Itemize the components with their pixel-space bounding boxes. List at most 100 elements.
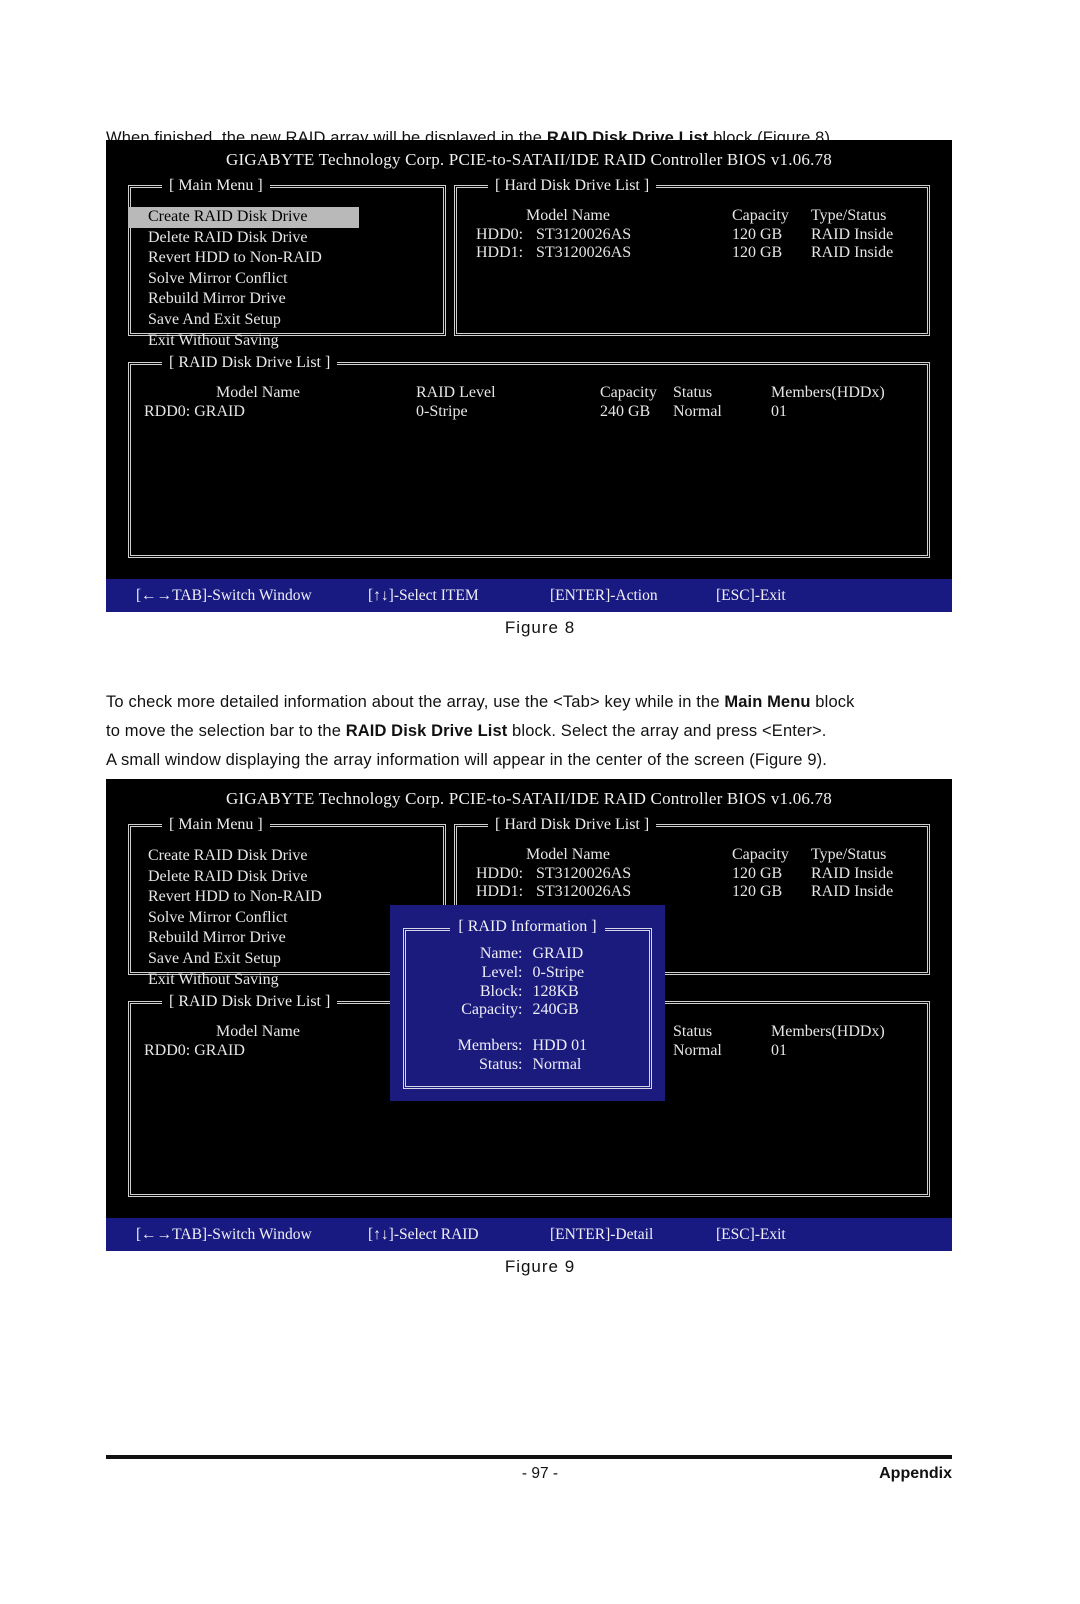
cell-members: 01 [771,402,787,420]
table-row[interactable]: HDD1: ST3120026AS 120 GB RAID Inside [454,883,930,902]
header-capacity: Capacity [732,207,789,224]
menu-item-create-raid-disk-drive[interactable]: Create RAID Disk Drive [128,846,446,867]
dialog-field-status: Status: Normal [403,1056,652,1075]
dialog-value-status: Normal [532,1055,582,1073]
hard-disk-drive-list-legend: [ Hard Disk Drive List ] [488,176,657,195]
dialog-label-name: Name: [479,945,523,962]
dialog-label-level: Level: [481,963,523,981]
table-header-row: Model Name RAID Level Capacity Status Me… [128,384,930,403]
cell-status: Normal [673,402,722,420]
cell-capacity: 120 GB [732,883,783,901]
key-detail[interactable]: [ENTER]-Detail [550,1218,653,1251]
line1-emphasis: Main Menu [724,693,811,711]
cell-model-name: ST3120026AS [536,883,632,901]
main-menu-legend: [ Main Menu ] [162,176,270,195]
hard-disk-drive-list-body: Model Name Capacity Type/Status HDD0: ST… [454,185,930,336]
raid-disk-drive-list-body: Model Name RAID Level Capacity Status Me… [128,362,930,558]
header-capacity: Capacity [600,384,657,401]
cell-type-status: RAID Inside [811,225,894,243]
raid-disk-drive-list-legend: [ RAID Disk Drive List ] [162,353,338,372]
dialog-legend-wrapper: [ RAID Information ] [390,918,665,936]
table-header-row: Model Name Capacity Type/Status [454,846,930,865]
cell-status: Normal [673,1041,722,1059]
line2-before: to move the selection bar to the [106,722,346,740]
second-paragraph-line1: To check more detailed information about… [106,688,958,717]
bios-title: GIGABYTE Technology Corp. PCIE-to-SATAII… [226,150,832,169]
dialog-value-level: 0-Stripe [532,963,585,981]
second-paragraph-line2: to move the selection bar to the RAID Di… [106,717,958,746]
table-row[interactable]: HDD0: ST3120026AS 120 GB RAID Inside [454,865,930,884]
table-row[interactable]: HDD1: ST3120026AS 120 GB RAID Inside [454,244,930,263]
dialog-field-members: Members: HDD 01 [403,1037,652,1056]
header-model-name: Model Name [216,1023,300,1040]
cell-hdd-id: HDD0: [476,864,524,882]
cell-capacity: 120 GB [732,864,783,882]
line1-after: block [810,693,855,711]
raid-disk-drive-list-panel: [ RAID Disk Drive List ] Model Name RAID… [128,353,930,558]
menu-item-delete-raid-disk-drive[interactable]: Delete RAID Disk Drive [128,228,446,249]
cell-hdd-id: HDD1: [476,244,524,262]
menu-item-delete-raid-disk-drive[interactable]: Delete RAID Disk Drive [128,867,446,888]
figure9-caption: Figure 9 [504,1257,576,1276]
main-menu-body: Create RAID Disk Drive Delete RAID Disk … [128,185,446,349]
menu-item-exit-without-saving[interactable]: Exit Without Saving [128,331,446,352]
table-row[interactable]: RDD0: GRAID 0-Stripe 240 GB Normal 01 [128,403,930,422]
key-action[interactable]: [ENTER]-Action [550,579,658,612]
menu-item-revert-hdd-to-non-raid[interactable]: Revert HDD to Non-RAID [128,248,446,269]
raid-information-dialog: [ RAID Information ] Name: GRAID Level: … [390,905,665,1101]
cell-model-name: ST3120026AS [536,225,632,243]
cell-raid-level: 0-Stripe [416,402,468,420]
main-menu-list: Create RAID Disk Drive Delete RAID Disk … [128,207,446,351]
dialog-field-block: Block: 128KB [403,983,652,1002]
keybar: [←→TAB]-Switch Window [↑↓]-Select ITEM [… [106,579,952,612]
line1-before: To check more detailed information about… [106,693,725,711]
dialog-field-spacer [403,1020,652,1037]
table-header-row: Model Name Capacity Type/Status [454,207,930,226]
dialog-label-block: Block: [479,982,523,1000]
keybar: [←→TAB]-Switch Window [↑↓]-Select RAID [… [106,1218,952,1251]
raid-disk-drive-list-legend: [ RAID Disk Drive List ] [162,992,338,1011]
menu-item-solve-mirror-conflict[interactable]: Solve Mirror Conflict [128,269,446,290]
header-model-name: Model Name [216,384,300,401]
main-menu-panel: [ Main Menu ] Create RAID Disk Drive Del… [128,176,446,349]
key-exit[interactable]: [ESC]-Exit [716,579,786,612]
cell-type-status: RAID Inside [811,864,894,882]
main-menu-legend: [ Main Menu ] [162,815,270,834]
header-status: Status [673,384,713,401]
header-members: Members(HDDx) [771,1023,885,1040]
dialog-value-capacity: 240GB [532,1001,579,1019]
key-select-raid[interactable]: [↑↓]-Select RAID [368,1218,479,1251]
key-select-item[interactable]: [↑↓]-Select ITEM [368,579,479,612]
header-raid-level: RAID Level [416,384,496,401]
dialog-field-capacity: Capacity: 240GB [403,1001,652,1020]
dialog-value-name: GRAID [532,945,584,962]
cell-model-name: ST3120026AS [536,244,632,262]
header-capacity: Capacity [732,846,789,863]
header-type-status: Type/Status [811,846,887,863]
menu-item-create-raid-disk-drive[interactable]: Create RAID Disk Drive [128,207,359,228]
header-model-name: Model Name [526,846,610,863]
second-paragraph-line3: A small window displaying the array info… [106,751,828,769]
bios-screen-figure8: GIGABYTE Technology Corp. PCIE-to-SATAII… [106,140,952,612]
bios-screen-figure9: GIGABYTE Technology Corp. PCIE-to-SATAII… [106,779,952,1251]
table-row[interactable]: HDD0: ST3120026AS 120 GB RAID Inside [454,226,930,245]
cell-model-name: ST3120026AS [536,864,632,882]
cell-model-name: RDD0: GRAID [144,402,245,420]
menu-item-rebuild-mirror-drive[interactable]: Rebuild Mirror Drive [128,289,446,310]
hard-disk-drive-list-legend: [ Hard Disk Drive List ] [488,815,657,834]
key-exit[interactable]: [ESC]-Exit [716,1218,786,1251]
figure8-caption: Figure 8 [504,618,576,637]
cell-members: 01 [771,1041,787,1059]
dialog-label-status: Status: [478,1055,523,1073]
footer-divider [106,1455,952,1459]
header-model-name: Model Name [526,207,610,224]
section-name: Appendix [879,1465,952,1482]
hard-disk-drive-list-panel: [ Hard Disk Drive List ] Model Name Capa… [454,176,930,336]
dialog-value-block: 128KB [532,982,579,1000]
key-switch-window[interactable]: [←→TAB]-Switch Window [136,579,312,612]
dialog-fields: Name: GRAID Level: 0-Stripe Block: 128KB… [403,945,652,1075]
menu-item-save-and-exit-setup[interactable]: Save And Exit Setup [128,310,446,331]
dialog-field-name: Name: GRAID [403,945,652,964]
key-switch-window[interactable]: [←→TAB]-Switch Window [136,1218,312,1251]
line2-emphasis: RAID Disk Drive List [345,722,508,740]
